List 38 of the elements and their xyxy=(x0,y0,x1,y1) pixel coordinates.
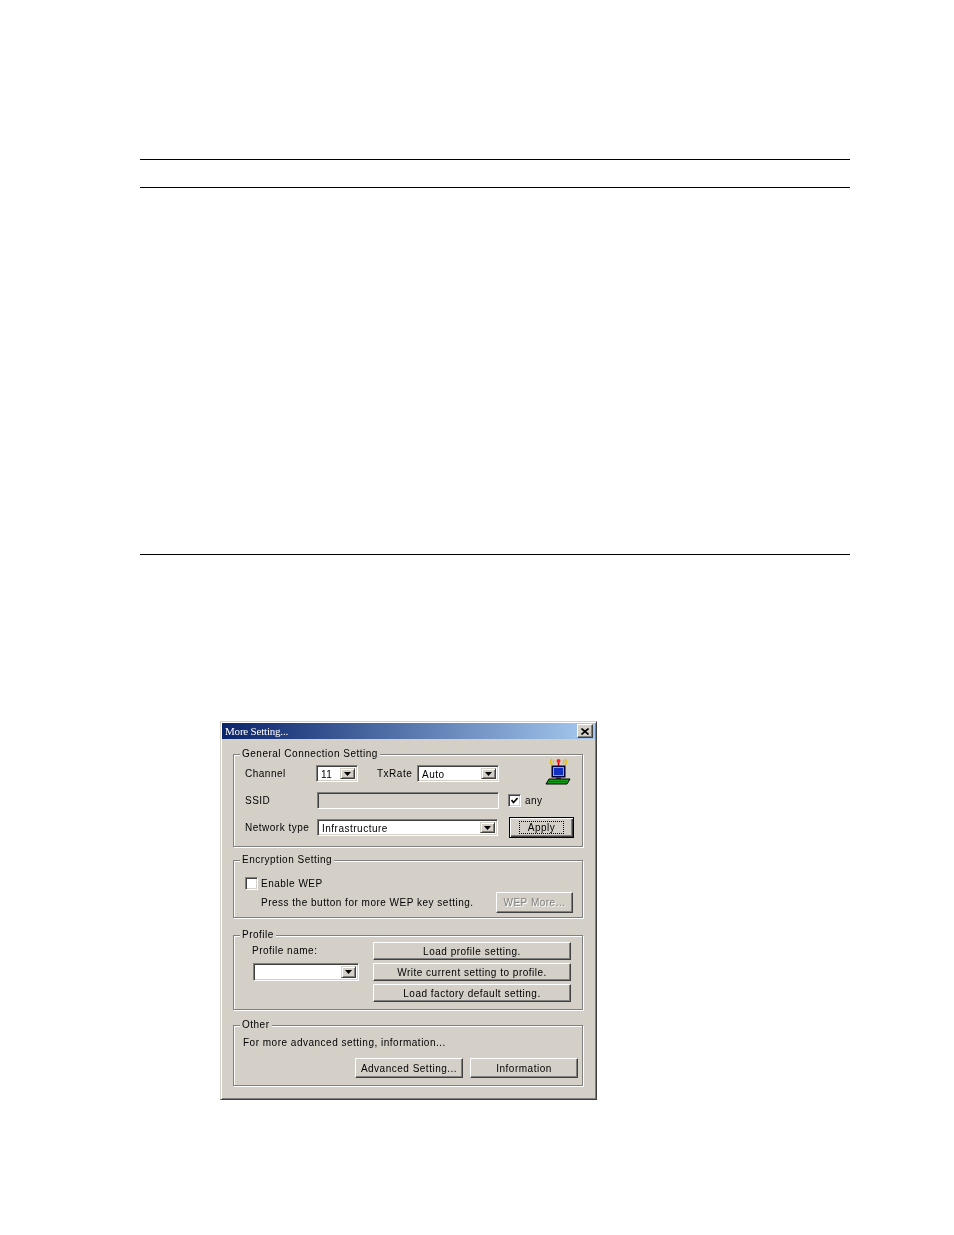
rate-dropdown[interactable]: Auto xyxy=(417,765,499,782)
checkbox[interactable] xyxy=(508,794,521,807)
dialog-button[interactable]: Information xyxy=(470,1058,578,1078)
computer-antenna-icon xyxy=(545,758,572,786)
checkbox[interactable] xyxy=(245,877,258,890)
group-title: Encryption Setting xyxy=(240,854,335,866)
checkmark-icon xyxy=(511,797,518,804)
description-text: For more advanced setting, information... xyxy=(243,1037,447,1049)
dropdown-arrow-button[interactable] xyxy=(340,768,355,779)
field-label: SSID xyxy=(245,794,272,807)
group-title: General Connection Setting xyxy=(240,748,380,760)
apply-button[interactable]: Apply xyxy=(509,817,574,838)
profile-button[interactable]: Load profile setting. xyxy=(373,942,571,960)
field-label: Profile name: xyxy=(252,944,319,958)
caret-icon xyxy=(484,825,491,830)
field-label: Network type xyxy=(245,821,311,834)
caret-icon xyxy=(485,771,492,776)
group-title: Other xyxy=(240,1019,272,1031)
field-label: TxRate xyxy=(377,767,414,781)
network-type-dropdown[interactable]: Infrastructure xyxy=(317,819,498,836)
profile-button[interactable]: Load factory default setting. xyxy=(373,984,571,1002)
caret-icon xyxy=(345,970,352,974)
hint-text: Press the button for more WEP key setting. xyxy=(261,896,474,909)
checkbox-label: any xyxy=(525,794,543,807)
checkbox-label: Enable WEP xyxy=(261,877,323,890)
group-title: Profile xyxy=(240,929,276,941)
channel-dropdown[interactable]: 11 xyxy=(316,765,358,782)
dropdown-arrow-button[interactable] xyxy=(341,966,356,978)
field-label: Channel xyxy=(245,767,287,781)
window-title: More Setting... xyxy=(225,724,288,738)
close-icon xyxy=(581,727,589,735)
dialog-button[interactable]: Advanced Setting... xyxy=(355,1058,463,1078)
caret-icon xyxy=(344,771,351,776)
profile-name-dropdown[interactable] xyxy=(253,963,359,981)
profile-button[interactable]: Write current setting to profile. xyxy=(373,963,571,981)
dropdown-arrow-button[interactable] xyxy=(480,822,495,833)
close-button[interactable] xyxy=(577,724,593,738)
dropdown-arrow-button[interactable] xyxy=(481,768,496,779)
